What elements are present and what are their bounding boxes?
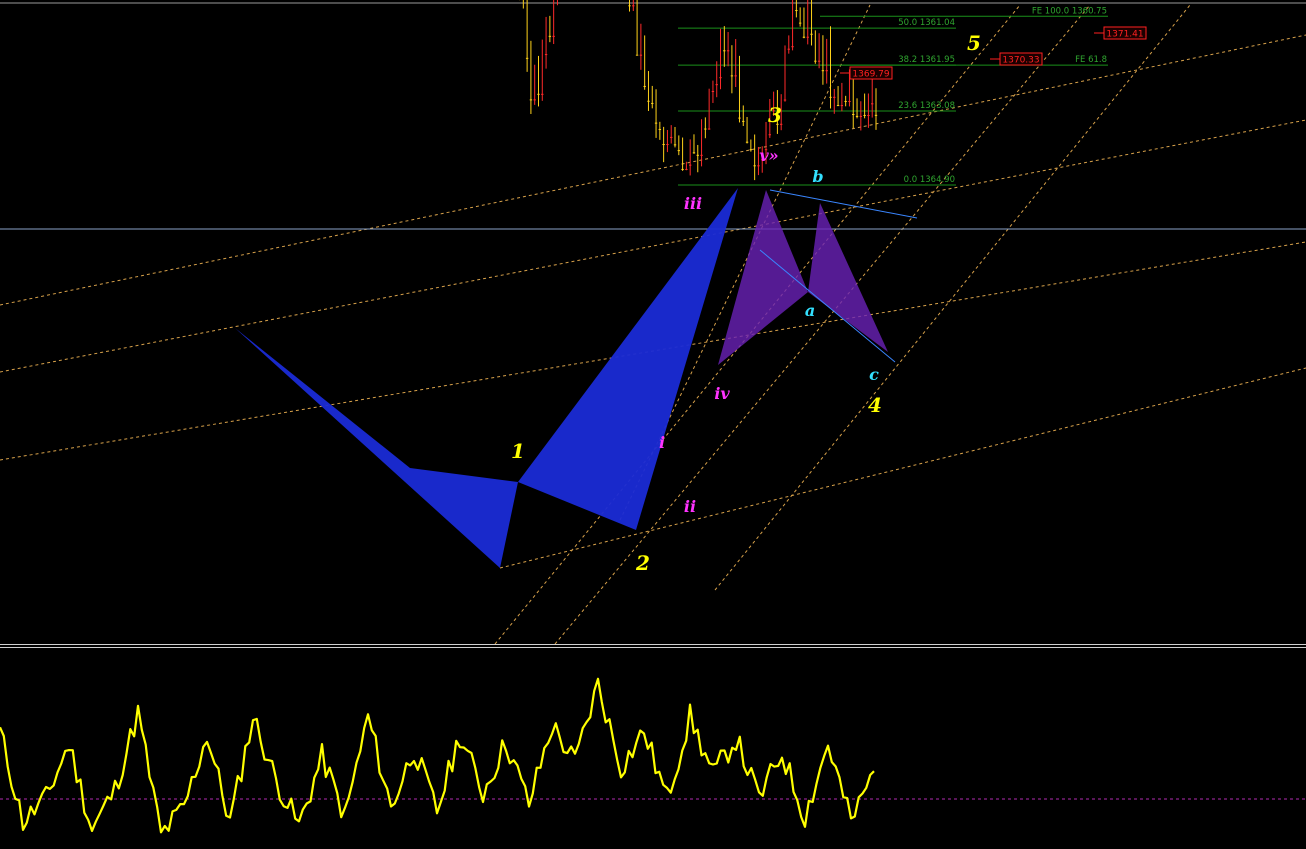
oscillator-panel[interactable] [0,648,1306,849]
fib-level-label: 50.0 1361.04 [898,18,955,28]
candle-body [666,144,669,146]
wave-label-minor: iii [684,194,702,213]
candle-body [852,113,855,115]
candle-body [628,5,631,7]
candle-body [719,77,722,79]
wave-label-major: 1 [511,439,525,463]
price-box-label: 1369.79 [852,70,889,80]
candle-body [787,48,790,50]
wave-label-abc: c [869,365,879,384]
wave-label-minor: i [659,433,665,452]
candle-body [863,114,866,116]
candle-body [810,33,813,35]
candle-body [871,103,874,105]
candle-body [677,150,681,152]
candle-body [855,115,859,117]
wave-label-major: 5 [967,31,981,55]
candle-body [647,100,650,102]
candle-body [632,5,635,7]
candle-body [696,154,699,156]
fe-level-label: FE 61.8 [1075,55,1107,65]
candle-body [738,117,741,119]
fib-level-label: 0.0 1364.90 [904,175,955,185]
candle-body [700,154,703,156]
candle-body [525,57,529,59]
candle-body [711,90,715,92]
candle-body [795,10,798,12]
candle-body [734,75,737,77]
candle-body [867,114,870,116]
candle-body [791,46,794,48]
candle-body [544,54,548,56]
wave-label-abc: b [812,167,823,186]
pane-separator-top [0,644,1306,645]
candle-body [707,128,711,130]
candle-body [662,144,665,146]
price-chart[interactable]: 0.0 1364.90 23.6 1363.08 38.2 1361.95 50.0 … [0,0,1306,644]
candle-body [654,122,658,124]
candle-body [753,165,756,167]
candle-body [681,168,684,170]
candle-body [529,99,533,101]
candle-body [825,70,828,72]
fe-level-label: FE 100.0 1360.75 [1032,6,1107,16]
fib-level-label: 23.6 1363.08 [898,101,955,111]
wave-label-minor: ii [684,497,696,516]
candle-body [798,22,802,24]
candle-body [692,152,696,154]
candle-body [821,70,825,72]
candle-body [635,54,639,56]
candle-body [742,120,745,122]
candle-body [533,99,536,101]
candle-body [704,128,707,130]
wave-label-minor: iv [714,384,730,403]
candle-body [651,102,654,104]
candle-body [757,165,760,167]
candle-body [874,114,878,116]
candle-body [749,149,753,151]
candle-body [833,96,836,98]
candle-body [745,141,749,143]
candle-body [859,115,863,117]
candle-body [688,164,692,166]
candle-body [723,50,726,52]
price-box-label: 1370.33 [1002,56,1039,66]
candle-body [730,75,734,77]
candle-body [829,96,832,98]
candle-body [802,36,806,38]
candle-body [537,93,540,95]
candle-body [814,60,817,62]
candle-body [643,85,646,87]
wave-label-abc: a [805,301,815,320]
candle-body [783,99,787,101]
candle-body [639,54,643,56]
candle-body [685,168,688,170]
candle-body [844,100,847,102]
candle-body [836,105,840,107]
wave-label-minor: v» [759,146,778,165]
wave-label-major: 2 [635,551,650,575]
wave-label-major: 4 [868,393,882,417]
candle-body [541,93,544,95]
candle-body [817,60,821,62]
candle-body [806,36,809,38]
candle-body [670,136,673,138]
fib-level-label: 38.2 1361.95 [898,55,955,65]
candle-body [658,128,662,130]
candle-body [768,134,772,136]
candle-body [715,84,718,86]
candle-body [552,35,555,37]
candle-body [548,35,552,37]
wave-label-major: 3 [768,103,782,127]
candle-body [840,105,844,107]
price-box-label: 1371.41 [1106,30,1143,40]
candle-body [726,50,730,52]
candle-body [673,144,677,146]
candle-body [848,100,851,102]
